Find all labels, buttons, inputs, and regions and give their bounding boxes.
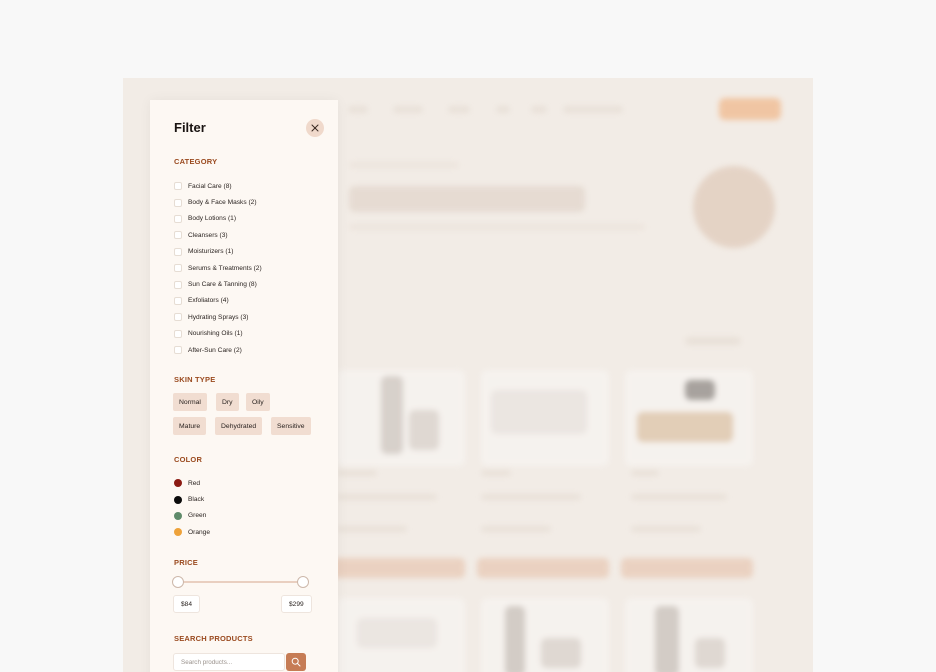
- category-list: Facial Care (8) Body & Face Masks (2) Bo…: [174, 178, 262, 358]
- price-slider-track[interactable]: [178, 581, 303, 583]
- checkbox[interactable]: [174, 296, 182, 305]
- color-swatch: [174, 495, 182, 504]
- skin-type-heading: SKIN TYPE: [174, 375, 216, 384]
- product-image: [337, 598, 465, 672]
- color-label: Red: [188, 479, 201, 487]
- checkbox[interactable]: [174, 182, 182, 191]
- category-label: Facial Care (8): [188, 182, 232, 190]
- search-input[interactable]: [173, 653, 285, 671]
- add-to-cart-button: [477, 558, 609, 578]
- header-cta-button: [719, 98, 781, 120]
- filter-title: Filter: [174, 120, 206, 135]
- search-icon: [291, 657, 301, 667]
- category-item[interactable]: Body & Face Masks (2): [174, 194, 262, 210]
- category-label: Cleansers (3): [188, 231, 228, 239]
- category-label: Moisturizers (1): [188, 248, 234, 256]
- nav-link: [531, 106, 547, 113]
- checkbox[interactable]: [174, 280, 182, 289]
- checkbox[interactable]: [174, 214, 182, 223]
- product-image: [337, 370, 465, 466]
- category-item[interactable]: Facial Care (8): [174, 178, 262, 194]
- checkbox[interactable]: [174, 346, 182, 355]
- hero-title: [349, 186, 585, 212]
- category-label: Hydrating Sprays (3): [188, 313, 249, 321]
- add-to-cart-button: [333, 558, 465, 578]
- filter-panel: Filter CATEGORY Facial Care (8) Body & F…: [150, 100, 338, 672]
- color-swatch: [174, 479, 182, 488]
- category-label: Exfoliators (4): [188, 297, 229, 305]
- nav-link: [393, 106, 423, 113]
- category-label: Serums & Treatments (2): [188, 264, 262, 272]
- color-item-green[interactable]: Green: [174, 508, 210, 524]
- product-image: [481, 598, 609, 672]
- checkbox[interactable]: [174, 231, 182, 240]
- price-min-handle[interactable]: [172, 576, 184, 588]
- color-item-red[interactable]: Red: [174, 475, 210, 491]
- color-item-black[interactable]: Black: [174, 491, 210, 507]
- color-heading: COLOR: [174, 455, 203, 464]
- hero-subtitle: [349, 224, 645, 230]
- add-to-cart-button: [621, 558, 753, 578]
- color-label: Orange: [188, 528, 210, 536]
- category-item[interactable]: Nourishing Oils (1): [174, 326, 262, 342]
- category-item[interactable]: Body Lotions (1): [174, 211, 262, 227]
- chip-normal[interactable]: Normal: [173, 393, 207, 411]
- search-button[interactable]: [286, 653, 306, 671]
- close-icon: [311, 124, 319, 132]
- color-item-orange[interactable]: Orange: [174, 524, 210, 540]
- checkbox[interactable]: [174, 313, 182, 322]
- nav-link: [448, 106, 470, 113]
- nav-link: [348, 106, 368, 113]
- chip-mature[interactable]: Mature: [173, 417, 207, 435]
- nav-link: [563, 106, 623, 113]
- checkbox[interactable]: [174, 264, 182, 273]
- sort-dropdown: [685, 337, 741, 345]
- category-label: Nourishing Oils (1): [188, 330, 243, 338]
- color-label: Black: [188, 496, 205, 504]
- category-label: After-Sun Care (2): [188, 346, 242, 354]
- product-image: [625, 370, 753, 466]
- chip-oily[interactable]: Oily: [246, 393, 270, 411]
- category-heading: CATEGORY: [174, 157, 218, 166]
- search-heading: SEARCH PRODUCTS: [174, 634, 253, 643]
- close-filter-button[interactable]: [306, 119, 324, 137]
- chip-dry[interactable]: Dry: [216, 393, 239, 411]
- category-item[interactable]: Moisturizers (1): [174, 244, 262, 260]
- color-list: Red Black Green Orange: [174, 475, 210, 541]
- category-item[interactable]: After-Sun Care (2): [174, 342, 262, 358]
- chip-dehydrated[interactable]: Dehydrated: [215, 417, 263, 435]
- hero-eyebrow: [349, 162, 459, 168]
- color-swatch: [174, 511, 182, 520]
- category-label: Body Lotions (1): [188, 215, 237, 223]
- price-heading: PRICE: [174, 558, 198, 567]
- category-item[interactable]: Hydrating Sprays (3): [174, 309, 262, 325]
- hero-image: [693, 166, 775, 248]
- category-label: Sun Care & Tanning (8): [188, 281, 257, 289]
- category-label: Body & Face Masks (2): [188, 199, 257, 207]
- product-image: [481, 370, 609, 466]
- price-min-value[interactable]: $84: [173, 595, 201, 613]
- nav-link: [496, 106, 510, 113]
- checkbox[interactable]: [174, 329, 182, 338]
- chip-sensitive[interactable]: Sensitive: [271, 417, 311, 435]
- checkbox[interactable]: [174, 198, 182, 207]
- category-item[interactable]: Cleansers (3): [174, 227, 262, 243]
- color-swatch: [174, 528, 182, 537]
- search-bar: [173, 653, 306, 671]
- category-item[interactable]: Exfoliators (4): [174, 293, 262, 309]
- color-label: Green: [188, 512, 207, 520]
- price-max-handle[interactable]: [297, 576, 309, 588]
- checkbox[interactable]: [174, 247, 182, 256]
- product-image: [625, 598, 753, 672]
- category-item[interactable]: Serums & Treatments (2): [174, 260, 262, 276]
- price-max-value[interactable]: $299: [281, 595, 312, 613]
- category-item[interactable]: Sun Care & Tanning (8): [174, 276, 262, 292]
